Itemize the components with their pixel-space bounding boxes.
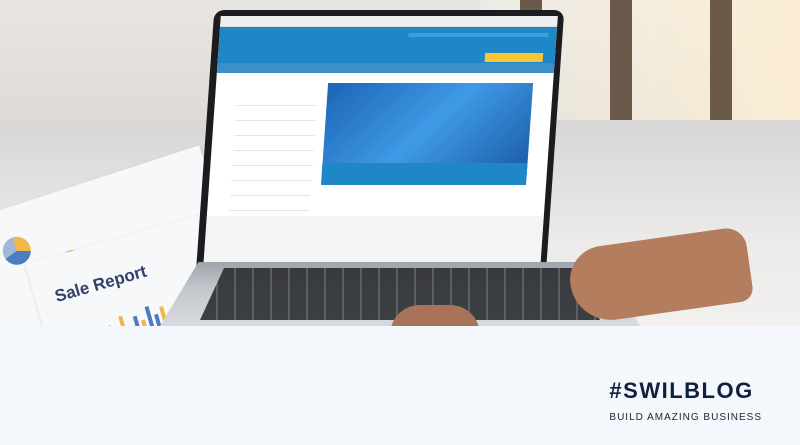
site-header xyxy=(217,27,558,63)
bar-chart-graphic xyxy=(83,298,172,326)
brand-block: #SWILBLOG BUILD AMAZING BUSINESS xyxy=(609,378,762,423)
site-hero xyxy=(321,83,534,175)
site-body xyxy=(216,73,554,211)
blog-banner: Sale Report #SWILBLOG BUILD AMAZING BUSI… xyxy=(0,0,800,445)
site-cta xyxy=(484,53,544,62)
brand-tagline: BUILD AMAZING BUSINESS xyxy=(609,412,762,423)
laptop-photo: Sale Report xyxy=(0,0,800,326)
site-nav xyxy=(408,33,549,37)
site-side-menu xyxy=(229,91,318,211)
site-footer xyxy=(203,216,544,268)
site-breadcrumb xyxy=(216,63,555,73)
brand-title: #SWILBLOG xyxy=(609,378,754,403)
laptop-screen xyxy=(203,16,558,268)
browser-bar xyxy=(220,16,558,27)
site-hero-strip xyxy=(320,163,528,185)
paper-heading: Sale Report xyxy=(52,261,149,306)
